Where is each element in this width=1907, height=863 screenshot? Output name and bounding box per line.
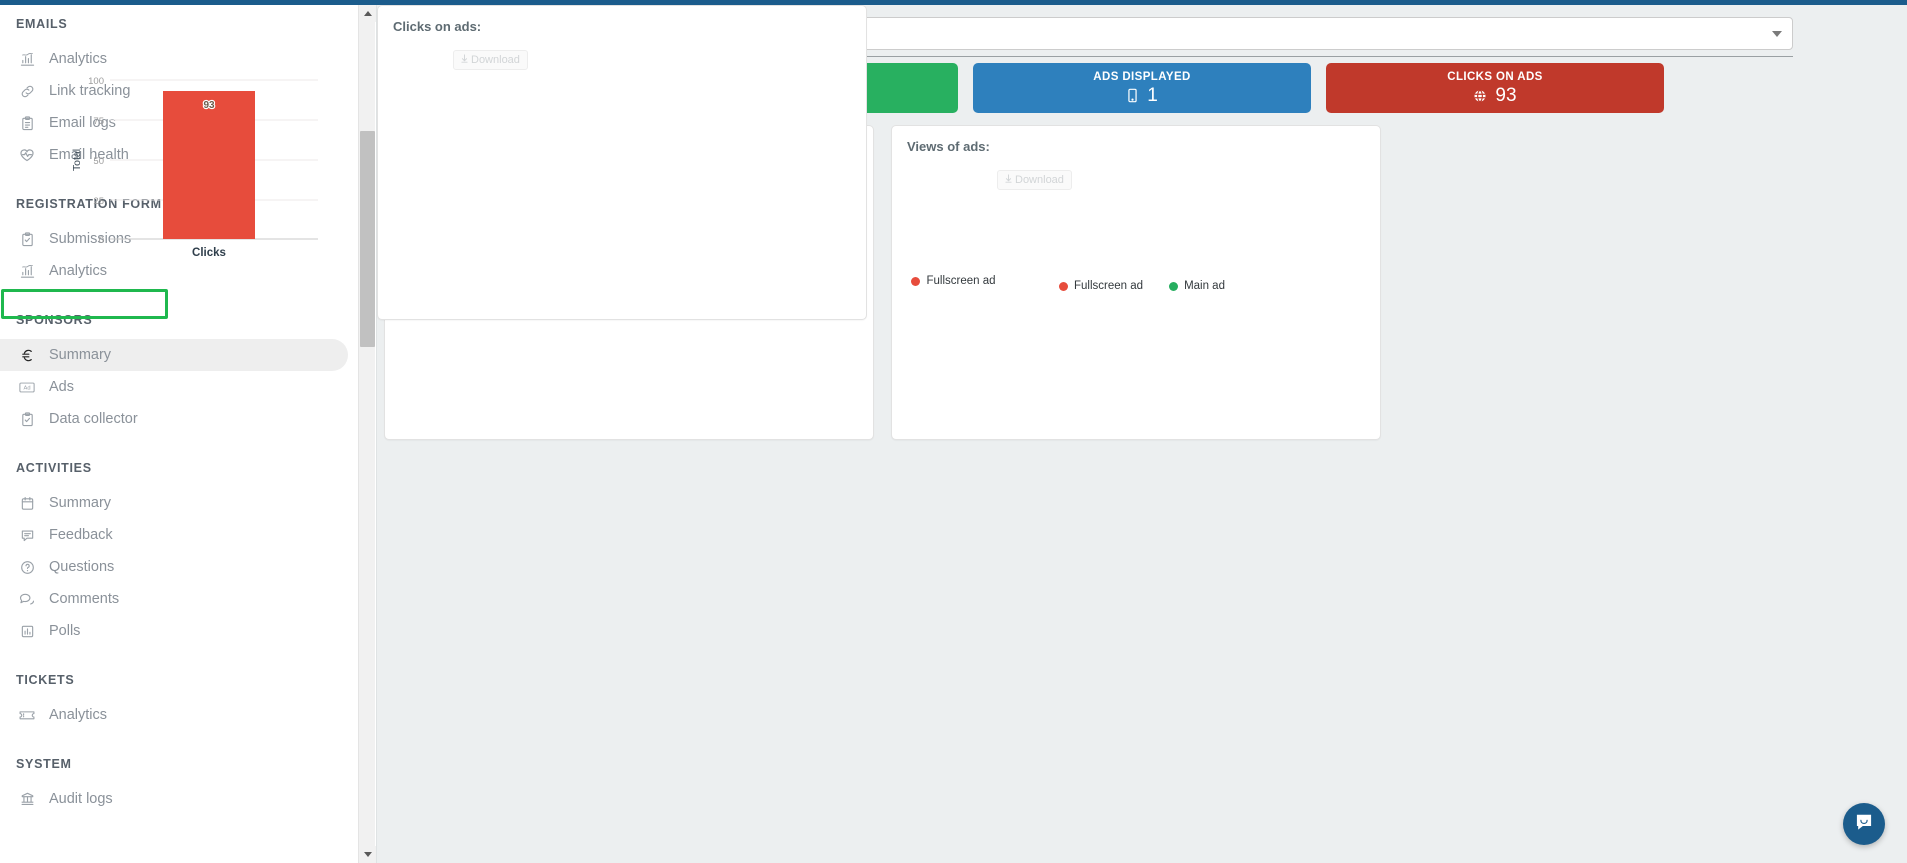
mobile-icon bbox=[1126, 88, 1139, 103]
legend-entry[interactable]: Fullscreen ad bbox=[911, 275, 996, 287]
poll-icon bbox=[16, 624, 38, 639]
sidebar-item-label: Feedback bbox=[49, 527, 113, 543]
ad-icon: Ad bbox=[16, 381, 38, 394]
svg-text:75: 75 bbox=[93, 116, 104, 127]
panel-title: Views of ads: bbox=[907, 139, 990, 154]
stat-card-title: CLICKS ON ADS bbox=[1447, 70, 1543, 83]
scroll-down-arrow-icon[interactable] bbox=[359, 846, 376, 863]
main-content: Data from all sponsors DATA GENERATED bbox=[376, 5, 1907, 863]
svg-text:Total: Total bbox=[71, 149, 83, 171]
svg-text:25: 25 bbox=[93, 196, 104, 207]
sidebar-item-label: Comments bbox=[49, 591, 120, 607]
audit-icon bbox=[16, 792, 38, 807]
clipboard-check-icon bbox=[16, 411, 38, 427]
download-button-views-of-ads[interactable]: Download bbox=[997, 170, 1072, 190]
stat-card-value: 93 bbox=[1495, 84, 1517, 106]
sidebar-item-comments[interactable]: Comments bbox=[0, 583, 348, 615]
chart-clicks-on-ads: 100 75 50 25 0 Total 93 Clicks bbox=[71, 76, 318, 259]
sidebar-section-header: SPONSORS bbox=[16, 313, 93, 327]
sidebar-item-label: Ads bbox=[49, 379, 74, 395]
svg-text:Ad: Ad bbox=[23, 385, 30, 391]
comments-icon bbox=[16, 592, 38, 607]
sidebar-item-feedback[interactable]: Feedback bbox=[0, 519, 348, 551]
sidebar-item-label: Data collector bbox=[49, 411, 138, 427]
euro-icon bbox=[16, 348, 38, 363]
svg-text:93: 93 bbox=[203, 100, 215, 111]
stat-card-value: 1 bbox=[1147, 84, 1158, 106]
svg-text:50: 50 bbox=[93, 156, 104, 167]
sidebar-item-label: Analytics bbox=[49, 707, 108, 723]
legend-swatch bbox=[911, 276, 921, 286]
sidebar-section-header: TICKETS bbox=[16, 673, 75, 687]
legend-label: Fullscreen ad bbox=[926, 275, 996, 287]
download-label: Download bbox=[1015, 174, 1064, 186]
sidebar-item-label: Summary bbox=[49, 495, 112, 511]
sidebar-item-label: Summary bbox=[49, 347, 112, 363]
globe-icon bbox=[1473, 89, 1487, 103]
stat-card-clicks-on-ads[interactable]: CLICKS ON ADS 93 bbox=[1326, 63, 1664, 113]
sidebar-item-label: Audit logs bbox=[49, 791, 113, 807]
chat-bubble-icon bbox=[1854, 812, 1874, 837]
sidebar-item-tickets-analytics[interactable]: Analytics bbox=[0, 699, 348, 731]
stat-card-ads-displayed[interactable]: ADS DISPLAYED 1 bbox=[973, 63, 1311, 113]
sidebar-section-header: ACTIVITIES bbox=[16, 461, 92, 475]
sidebar-item-label: Polls bbox=[49, 623, 81, 639]
comment-icon bbox=[16, 528, 38, 543]
chart-legend-clicks-on-ads: Fullscreen ad bbox=[0, 275, 1907, 287]
ticket-icon bbox=[16, 709, 38, 722]
sidebar-item-ads[interactable]: Ad Ads bbox=[0, 371, 348, 403]
svg-text:0: 0 bbox=[99, 235, 104, 246]
calendar-icon bbox=[16, 496, 38, 511]
sidebar-item-activities-summary[interactable]: Summary bbox=[0, 487, 348, 519]
download-icon bbox=[1005, 174, 1012, 186]
sidebar-item-questions[interactable]: Questions bbox=[0, 551, 348, 583]
chat-launcher-button[interactable] bbox=[1843, 803, 1885, 845]
question-circle-icon bbox=[16, 560, 38, 575]
stat-card-value-wrap: 1 bbox=[1126, 85, 1158, 107]
sidebar-item-audit-logs[interactable]: Audit logs bbox=[0, 783, 348, 815]
chevron-down-icon bbox=[1772, 30, 1782, 37]
sidebar-section-header: SYSTEM bbox=[16, 757, 72, 771]
sidebar-item-sponsors-summary[interactable]: Summary bbox=[0, 339, 348, 371]
stat-card-title: ADS DISPLAYED bbox=[1093, 70, 1191, 83]
svg-text:Clicks: Clicks bbox=[192, 247, 226, 259]
sidebar-item-polls[interactable]: Polls bbox=[0, 615, 348, 647]
stat-card-value-wrap: 93 bbox=[1473, 84, 1517, 107]
svg-text:100: 100 bbox=[88, 76, 104, 87]
sidebar-item-label: Questions bbox=[49, 559, 115, 575]
sidebar-item-data-collector[interactable]: Data collector bbox=[0, 403, 348, 435]
